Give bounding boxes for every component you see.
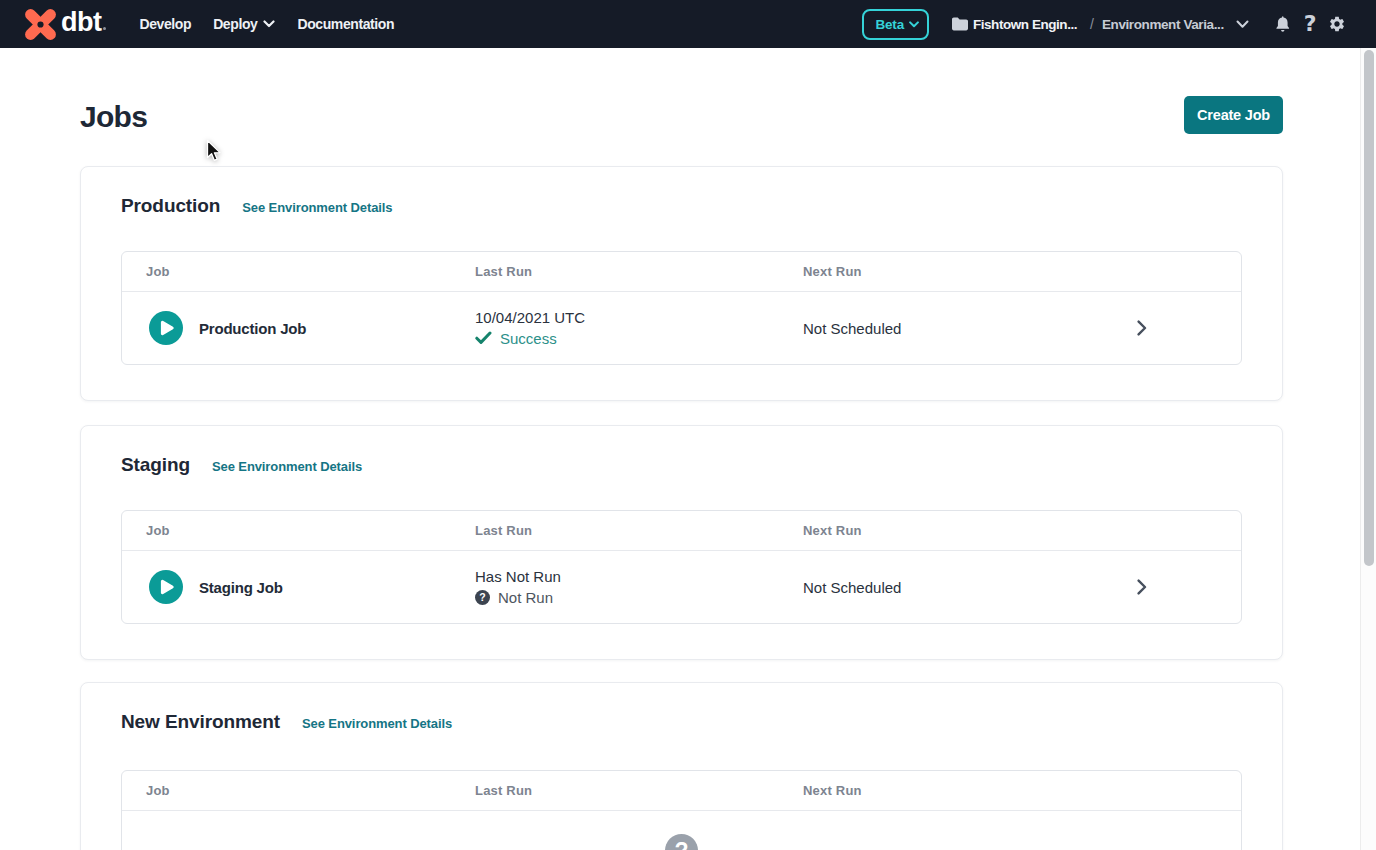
jobs-table-header: Job Last Run Next Run — [122, 771, 1241, 811]
jobs-table: Job Last Run Next Run Staging Job — [121, 510, 1242, 624]
brand-name: dbt — [61, 9, 101, 40]
job-cell: Staging Job — [122, 570, 475, 604]
top-navbar: dbt Develop Deploy Documentation Beta — [0, 0, 1376, 48]
last-run-cell: 10/04/2021 UTC Success — [475, 308, 803, 348]
column-header-job: Job — [122, 523, 475, 538]
breadcrumb-page: Environment Varia... — [1102, 17, 1224, 32]
see-environment-details-link[interactable]: See Environment Details — [242, 200, 392, 215]
job-cell: Production Job — [122, 311, 475, 345]
beta-label: Beta — [875, 17, 903, 32]
last-run-cell: Has Not Run ? Not Run — [475, 567, 803, 607]
next-run-cell: Not Scheduled — [803, 579, 1042, 596]
question-circle-icon: ? — [475, 590, 490, 605]
column-header-last-run: Last Run — [475, 264, 803, 279]
page-header: Jobs Create Job — [80, 94, 1283, 136]
job-row-production[interactable]: Production Job 10/04/2021 UTC Success No… — [122, 292, 1241, 364]
nav-item-develop[interactable]: Develop — [139, 16, 191, 32]
column-header-next-run: Next Run — [803, 783, 1042, 798]
run-job-play-button[interactable] — [149, 570, 183, 604]
svg-text:?: ? — [479, 591, 485, 603]
status-line: Success — [475, 328, 803, 348]
card-header: Production See Environment Details — [121, 195, 1242, 217]
environment-card-staging: Staging See Environment Details Job Last… — [80, 425, 1283, 660]
chevron-down-icon — [909, 21, 919, 28]
chevron-right-icon — [1137, 579, 1147, 595]
see-environment-details-link[interactable]: See Environment Details — [212, 459, 362, 474]
empty-jobs-row: ? — [122, 811, 1241, 850]
beta-dropdown[interactable]: Beta — [862, 9, 928, 40]
job-row-chevron[interactable] — [1042, 579, 1241, 595]
environment-title: New Environment — [121, 711, 280, 733]
nav-item-label: Deploy — [213, 16, 257, 32]
last-run-date: 10/04/2021 UTC — [475, 308, 803, 328]
brand-trademark-dot — [103, 27, 106, 30]
scrollbar-thumb[interactable] — [1364, 50, 1374, 566]
run-job-play-button[interactable] — [149, 311, 183, 345]
see-environment-details-link[interactable]: See Environment Details — [302, 716, 452, 731]
column-header-last-run: Last Run — [475, 783, 803, 798]
job-status: Success — [500, 330, 557, 347]
breadcrumb[interactable]: Fishtown Engin... / Environment Varia... — [951, 16, 1249, 32]
nav-item-documentation[interactable]: Documentation — [297, 16, 394, 32]
primary-nav: Develop Deploy Documentation — [139, 16, 394, 32]
jobs-table: Job Last Run Next Run Production Job — [121, 251, 1242, 365]
nav-item-label: Develop — [139, 16, 191, 32]
environment-card-new-environment: New Environment See Environment Details … — [80, 682, 1283, 850]
play-icon — [149, 570, 183, 604]
settings-gear-icon[interactable] — [1328, 15, 1346, 33]
column-header-next-run: Next Run — [803, 264, 1042, 279]
card-header: New Environment See Environment Details — [121, 711, 1242, 733]
navbar-right: Beta Fishtown Engin... / Environment Var… — [862, 9, 1346, 40]
chevron-right-icon — [1137, 320, 1147, 336]
job-status: Not Run — [498, 589, 553, 606]
column-header-next-run: Next Run — [803, 523, 1042, 538]
environment-card-production: Production See Environment Details Job L… — [80, 166, 1283, 401]
scrollbar-track[interactable] — [1360, 48, 1376, 850]
notifications-bell-icon[interactable] — [1275, 15, 1291, 33]
column-header-job: Job — [122, 264, 475, 279]
content-inner: Jobs Create Job Production See Environme… — [80, 94, 1283, 850]
job-row-staging[interactable]: Staging Job Has Not Run ? Not Run Not Sc… — [122, 551, 1241, 623]
column-header-job: Job — [122, 783, 475, 798]
job-row-chevron[interactable] — [1042, 320, 1241, 336]
help-icon[interactable]: ? — [1304, 13, 1317, 35]
play-icon — [149, 311, 183, 345]
job-name: Production Job — [199, 320, 306, 337]
breadcrumb-separator: / — [1090, 16, 1094, 32]
jobs-table: Job Last Run Next Run ? — [121, 770, 1242, 850]
environment-title: Staging — [121, 454, 190, 476]
job-name: Staging Job — [199, 579, 283, 596]
status-line: ? Not Run — [475, 587, 803, 607]
jobs-table-header: Job Last Run Next Run — [122, 511, 1241, 551]
last-run-date: Has Not Run — [475, 567, 803, 587]
question-circle-icon: ? — [665, 834, 698, 850]
environment-title: Production — [121, 195, 220, 217]
dbt-logo-icon — [23, 7, 58, 42]
jobs-table-header: Job Last Run Next Run — [122, 252, 1241, 292]
main-content: Jobs Create Job Production See Environme… — [0, 48, 1360, 850]
folder-icon — [951, 16, 969, 32]
check-icon — [475, 331, 492, 345]
chevron-down-icon — [1236, 20, 1249, 29]
next-run-cell: Not Scheduled — [803, 320, 1042, 337]
column-header-last-run: Last Run — [475, 523, 803, 538]
page-title: Jobs — [80, 100, 147, 134]
nav-item-deploy[interactable]: Deploy — [213, 16, 275, 32]
dbt-logo[interactable]: dbt — [23, 7, 106, 42]
chevron-down-icon — [263, 20, 275, 28]
card-header: Staging See Environment Details — [121, 454, 1242, 476]
breadcrumb-project: Fishtown Engin... — [973, 17, 1077, 32]
create-job-button[interactable]: Create Job — [1184, 96, 1283, 134]
nav-item-label: Documentation — [297, 16, 394, 32]
svg-text:?: ? — [674, 838, 688, 850]
